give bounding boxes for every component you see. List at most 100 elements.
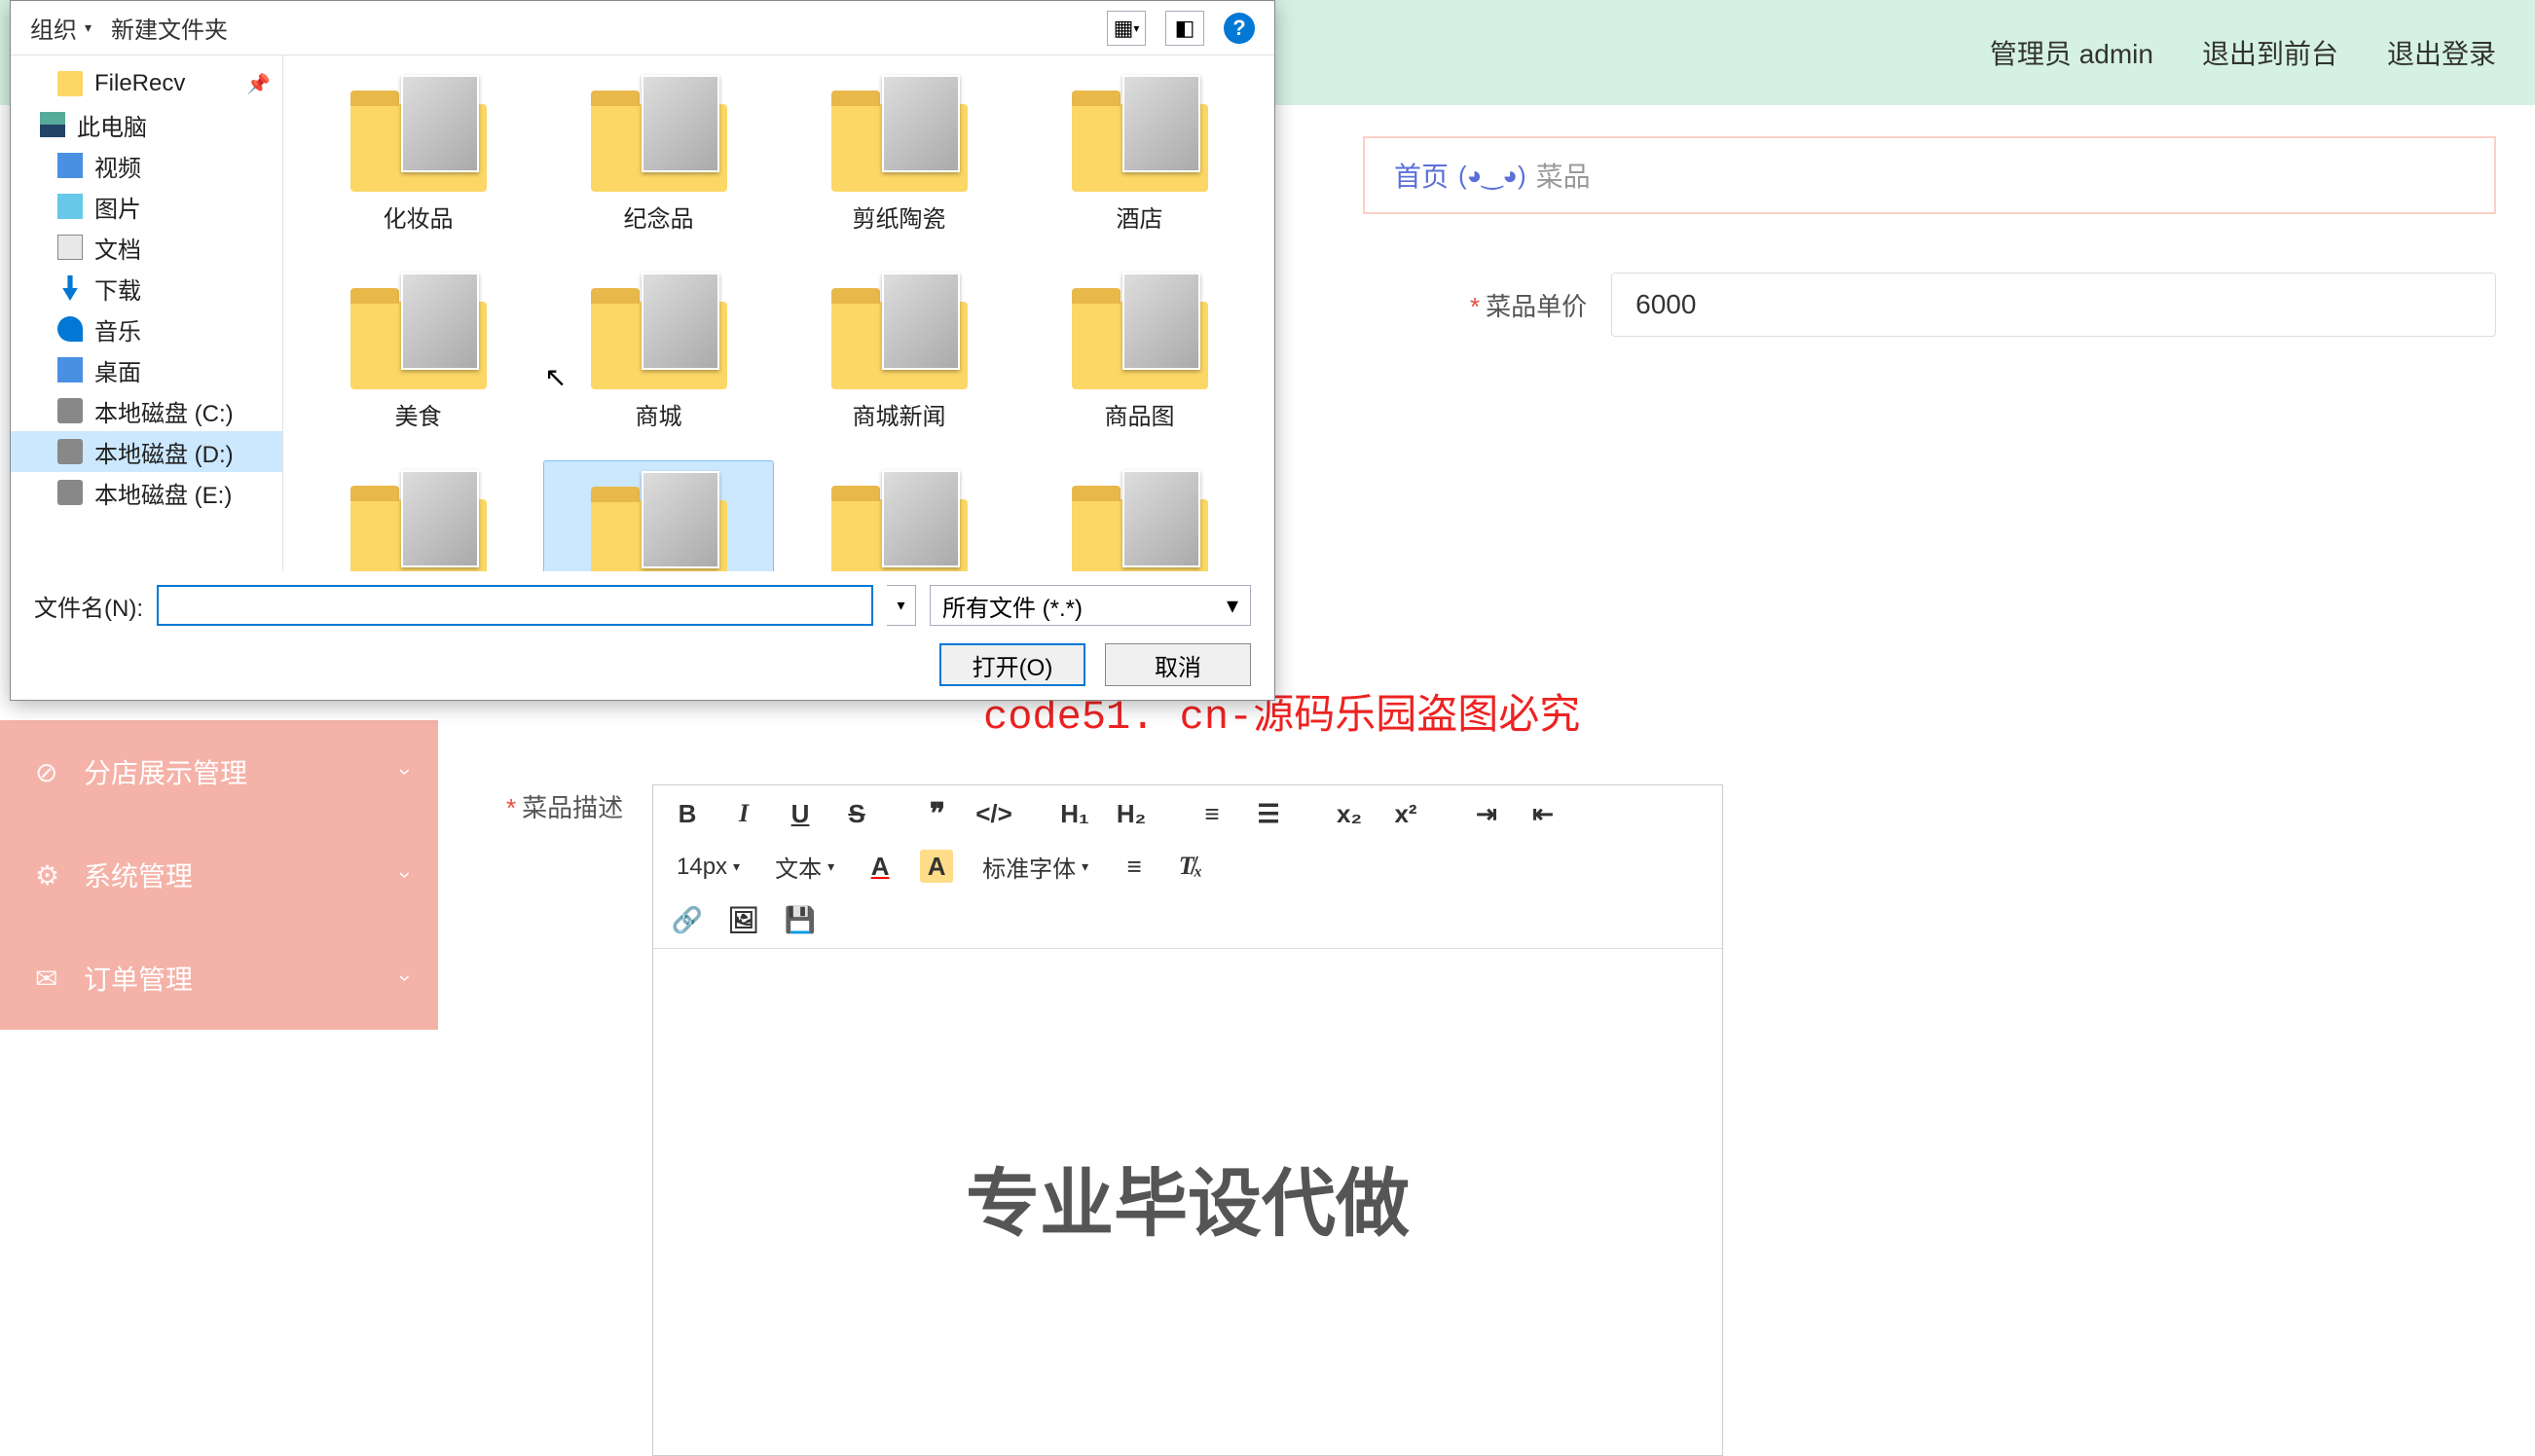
h1-button[interactable]: H₁ [1058, 797, 1091, 830]
nav-desktop[interactable]: 桌面 [11, 349, 282, 390]
sidebar-item-branch[interactable]: ⊘ 分店展示管理 › [0, 720, 438, 823]
folder-item[interactable]: 商城新闻 [784, 263, 1014, 441]
price-row: *菜品单价 [1470, 273, 2496, 337]
font-family-select[interactable]: 标准字体▾ [976, 850, 1094, 884]
underline-button[interactable]: U [784, 797, 817, 830]
save-button[interactable]: 💾 [784, 903, 817, 936]
editor-text: 专业毕设代做 [692, 1144, 1683, 1251]
folder-icon [1072, 470, 1208, 571]
nav-downloads[interactable]: 下载 [11, 268, 282, 309]
filename-input[interactable] [157, 585, 873, 626]
organize-button[interactable]: 组织▾ [30, 11, 92, 45]
h2-button[interactable]: H₂ [1115, 797, 1148, 830]
image-button[interactable]: 🖼 [727, 903, 760, 936]
folder-icon [350, 75, 487, 192]
breadcrumb-home[interactable]: 首页 [1394, 156, 1449, 195]
bold-button[interactable]: B [671, 797, 704, 830]
gear-icon: ⚙ [35, 859, 66, 892]
sidebar-item-system[interactable]: ⚙ 系统管理 › [0, 823, 438, 927]
open-button[interactable]: 打开(O) [939, 643, 1085, 686]
quote-button[interactable]: ❞ [921, 797, 954, 830]
bg-color-button[interactable]: A [920, 850, 953, 883]
outdent-button[interactable]: ⇤ [1526, 797, 1560, 830]
indent-button[interactable]: ⇥ [1470, 797, 1503, 830]
folder-label: 酒店 [1117, 200, 1163, 234]
view-mode-button[interactable]: ▦ ▾ [1107, 11, 1146, 46]
file-open-dialog: 组织▾ 新建文件夹 ▦ ▾ ◧ ? FileRecv📌 此电脑 视频 图片 文档… [10, 0, 1275, 701]
price-input[interactable] [1611, 273, 2496, 337]
code-button[interactable]: </> [977, 797, 1010, 830]
align-button[interactable]: ≡ [1118, 850, 1151, 883]
folder-item[interactable]: 图书 [784, 460, 1014, 571]
nav-music[interactable]: 音乐 [11, 309, 282, 349]
logout-link[interactable]: 退出登录 [2387, 33, 2496, 72]
new-folder-button[interactable]: 新建文件夹 [111, 11, 228, 45]
nav-video[interactable]: 视频 [11, 145, 282, 186]
text-type-select[interactable]: 文本▾ [769, 850, 840, 884]
chevron-down-icon: › [392, 768, 418, 775]
folder-icon [350, 470, 487, 571]
folder-icon [1072, 75, 1208, 192]
logout-front-link[interactable]: 退出到前台 [2202, 33, 2338, 72]
price-label: *菜品单价 [1470, 287, 1587, 323]
sidebar-item-orders[interactable]: ✉ 订单管理 › [0, 927, 438, 1030]
folder-label: 剪纸陶瓷 [853, 200, 946, 234]
sidebar-item-label: 系统管理 [84, 855, 193, 894]
font-size-select[interactable]: 14px▾ [671, 850, 746, 884]
dialog-footer: 文件名(N): ▾ 所有文件 (*.*)▾ 打开(O) 取消 [11, 571, 1274, 700]
pin-icon: 📌 [246, 72, 271, 96]
nav-disk-d[interactable]: 本地磁盘 (D:) [11, 431, 282, 472]
preview-pane-button[interactable]: ◧ [1165, 11, 1204, 46]
file-filter-select[interactable]: 所有文件 (*.*)▾ [930, 585, 1251, 626]
folder-label: 纪念品 [624, 200, 694, 234]
folder-item[interactable]: 纪念品 [543, 65, 774, 243]
chevron-down-icon: › [392, 974, 418, 981]
help-button[interactable]: ? [1224, 13, 1255, 44]
folder-icon [591, 273, 727, 389]
editor-toolbar: B I U S ❞ </> H₁ H₂ ≡ ☰ x₂ x² ⇥ ⇤ 14px▾ … [653, 785, 1722, 949]
strike-button[interactable]: S [840, 797, 873, 830]
dialog-toolbar: 组织▾ 新建文件夹 ▦ ▾ ◧ ? [11, 1, 1274, 55]
font-color-button[interactable]: A [863, 850, 897, 883]
desc-label: *菜品描述 [506, 788, 623, 824]
navigation-pane[interactable]: FileRecv📌 此电脑 视频 图片 文档 下载 音乐 桌面 本地磁盘 (C:… [11, 55, 283, 571]
subscript-button[interactable]: x₂ [1333, 797, 1366, 830]
folder-label: 商城新闻 [853, 397, 946, 431]
clear-format-button[interactable]: T̸ₓ [1174, 850, 1207, 883]
sidebar: ⊘ 分店展示管理 › ⚙ 系统管理 › ✉ 订单管理 › [0, 720, 438, 1030]
folder-item[interactable]: 剪纸陶瓷 [784, 65, 1014, 243]
folder-item[interactable]: 商品图 [1024, 263, 1255, 441]
folder-icon [1072, 273, 1208, 389]
ordered-list-button[interactable]: ≡ [1195, 797, 1229, 830]
sidebar-item-label: 订单管理 [84, 959, 193, 998]
mail-icon: ✉ [35, 963, 66, 995]
folder-item[interactable]: 手机 [303, 460, 533, 571]
superscript-button[interactable]: x² [1389, 797, 1422, 830]
breadcrumb-current: 菜品 [1536, 156, 1591, 195]
admin-label[interactable]: 管理员 admin [1990, 33, 2153, 72]
folder-label: 商城 [636, 397, 682, 431]
unordered-list-button[interactable]: ☰ [1252, 797, 1285, 830]
folder-item[interactable]: 商城 [543, 263, 774, 441]
folder-label: 美食 [395, 397, 442, 431]
chevron-down-icon: › [392, 871, 418, 878]
cancel-button[interactable]: 取消 [1105, 643, 1251, 686]
folder-icon [831, 75, 968, 192]
nav-filerecv[interactable]: FileRecv📌 [11, 63, 282, 104]
folder-item[interactable]: 美食 [303, 263, 533, 441]
nav-documents[interactable]: 文档 [11, 227, 282, 268]
italic-button[interactable]: I [727, 797, 760, 830]
file-list[interactable]: 化妆品纪念品 剪纸陶瓷 酒店美食 商城 商城新闻 商品图手机头像图书鲜花 [283, 55, 1274, 571]
nav-pictures[interactable]: 图片 [11, 186, 282, 227]
editor-content[interactable]: 专业毕设代做 [653, 949, 1722, 1455]
folder-icon [591, 75, 727, 192]
folder-item[interactable]: 鲜花 [1024, 460, 1255, 571]
folder-item[interactable]: 酒店 [1024, 65, 1255, 243]
nav-disk-e[interactable]: 本地磁盘 (E:) [11, 472, 282, 513]
link-button[interactable]: 🔗 [671, 903, 704, 936]
folder-item[interactable]: 头像 [543, 460, 774, 571]
nav-this-pc[interactable]: 此电脑 [11, 104, 282, 145]
filename-dropdown[interactable]: ▾ [887, 585, 916, 626]
folder-item[interactable]: 化妆品 [303, 65, 533, 243]
nav-disk-c[interactable]: 本地磁盘 (C:) [11, 390, 282, 431]
